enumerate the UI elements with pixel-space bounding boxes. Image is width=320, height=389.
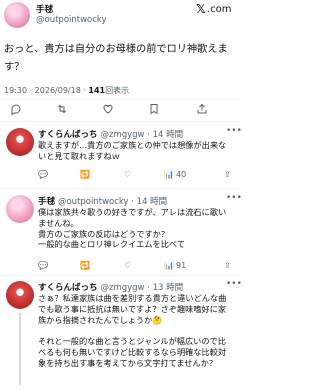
- reply-text: 僕は家族共々歌うの好きですが、アレは流石に歌いませんね。 貴方のご家族の反応はど…: [38, 207, 227, 250]
- reply-icon[interactable]: 💬: [38, 261, 48, 270]
- more-icon[interactable]: •••: [226, 126, 242, 136]
- reply-handle: @zmgygw · 13 時間: [100, 283, 184, 293]
- tweet-action-bar: [4, 103, 236, 117]
- reply-avatar[interactable]: [6, 195, 34, 223]
- reply-icon[interactable]: [10, 103, 22, 118]
- tweet-time: 19:30 · 2026/09/18 ·: [4, 86, 89, 95]
- reply-icon[interactable]: 💬: [38, 170, 48, 179]
- reply-avatar[interactable]: [6, 281, 34, 309]
- retweet-icon[interactable]: 🔁: [80, 170, 90, 179]
- reply-text: さぁ？私達家族は曲を差別する貴方と違いどんな曲でも歌う事に抵抗は無いですよ？さぞ…: [38, 293, 227, 368]
- reply-item[interactable]: すくらんばっち @zmgygw · 14 時間 ••• 歌えますが…貴方のご家族…: [0, 126, 242, 186]
- reply-text: 歌えますが…貴方のご家族との仲では想像が出来ないと見て取れますねｗ: [38, 140, 227, 161]
- more-icon[interactable]: •••: [226, 279, 242, 289]
- view-label: 回表示: [105, 86, 130, 95]
- bookmark-icon[interactable]: [148, 103, 160, 118]
- view-count: 141: [88, 86, 106, 95]
- retweet-icon[interactable]: 🔁: [80, 261, 90, 270]
- thread-line: [19, 313, 21, 385]
- like-icon[interactable]: [102, 103, 114, 118]
- reply-author[interactable]: すくらんばっち @zmgygw · 13 時間: [38, 281, 183, 293]
- tweet-text: おっと、貴方は自分のお母様の前でロリ神歌えます？: [4, 44, 228, 73]
- divider: [0, 275, 240, 276]
- reply-item[interactable]: 手毬 @outpointwocky · 14 時間 ••• 僕は家族共々歌うの好…: [0, 193, 242, 273]
- retweet-icon[interactable]: [56, 103, 68, 118]
- tweet-header: 手毬 @outpointwocky 𝕏 .com: [0, 0, 240, 36]
- reply-author[interactable]: 手毬 @outpointwocky · 14 時間: [38, 195, 167, 207]
- author-handle[interactable]: @outpointwocky: [36, 15, 107, 25]
- more-icon[interactable]: •••: [226, 193, 242, 203]
- view-count: 40: [176, 170, 187, 179]
- like-icon[interactable]: ♡: [124, 261, 131, 270]
- views-icon[interactable]: 📊: [164, 170, 174, 179]
- author-avatar[interactable]: [4, 2, 30, 28]
- divider: [0, 121, 240, 122]
- reply-name: 手毬: [38, 197, 56, 207]
- reply-item[interactable]: すくらんばっち @zmgygw · 13 時間 ••• さぁ？私達家族は曲を差別…: [0, 279, 242, 389]
- reply-actions: 💬 🔁 ♡ 📊 40 ⇪: [38, 170, 234, 182]
- view-count: 91: [176, 261, 187, 270]
- share-icon[interactable]: [196, 103, 208, 118]
- brand-suffix: .com: [207, 4, 232, 15]
- reply-handle: @outpointwocky · 14 時間: [57, 197, 168, 207]
- views-icon[interactable]: 📊: [164, 261, 174, 270]
- reply-actions: 💬 🔁 ♡ 📊 91 ⇪: [38, 261, 234, 273]
- reply-name: すくらんばっち: [38, 283, 98, 293]
- share-icon[interactable]: ⇪: [224, 261, 231, 270]
- x-logo-icon: 𝕏: [196, 2, 206, 16]
- reply-handle: @zmgygw · 14 時間: [100, 130, 184, 140]
- reply-author[interactable]: すくらんばっち @zmgygw · 14 時間: [38, 128, 183, 140]
- divider: [0, 99, 240, 100]
- author-name[interactable]: 手毬: [36, 3, 53, 15]
- reply-name: すくらんばっち: [38, 130, 98, 140]
- divider: [0, 188, 240, 189]
- reply-avatar[interactable]: [6, 128, 34, 156]
- share-icon[interactable]: ⇪: [224, 170, 231, 179]
- like-icon[interactable]: ♡: [124, 170, 131, 179]
- tweet-meta: 19:30 · 2026/09/18 · 141回表示: [4, 85, 129, 96]
